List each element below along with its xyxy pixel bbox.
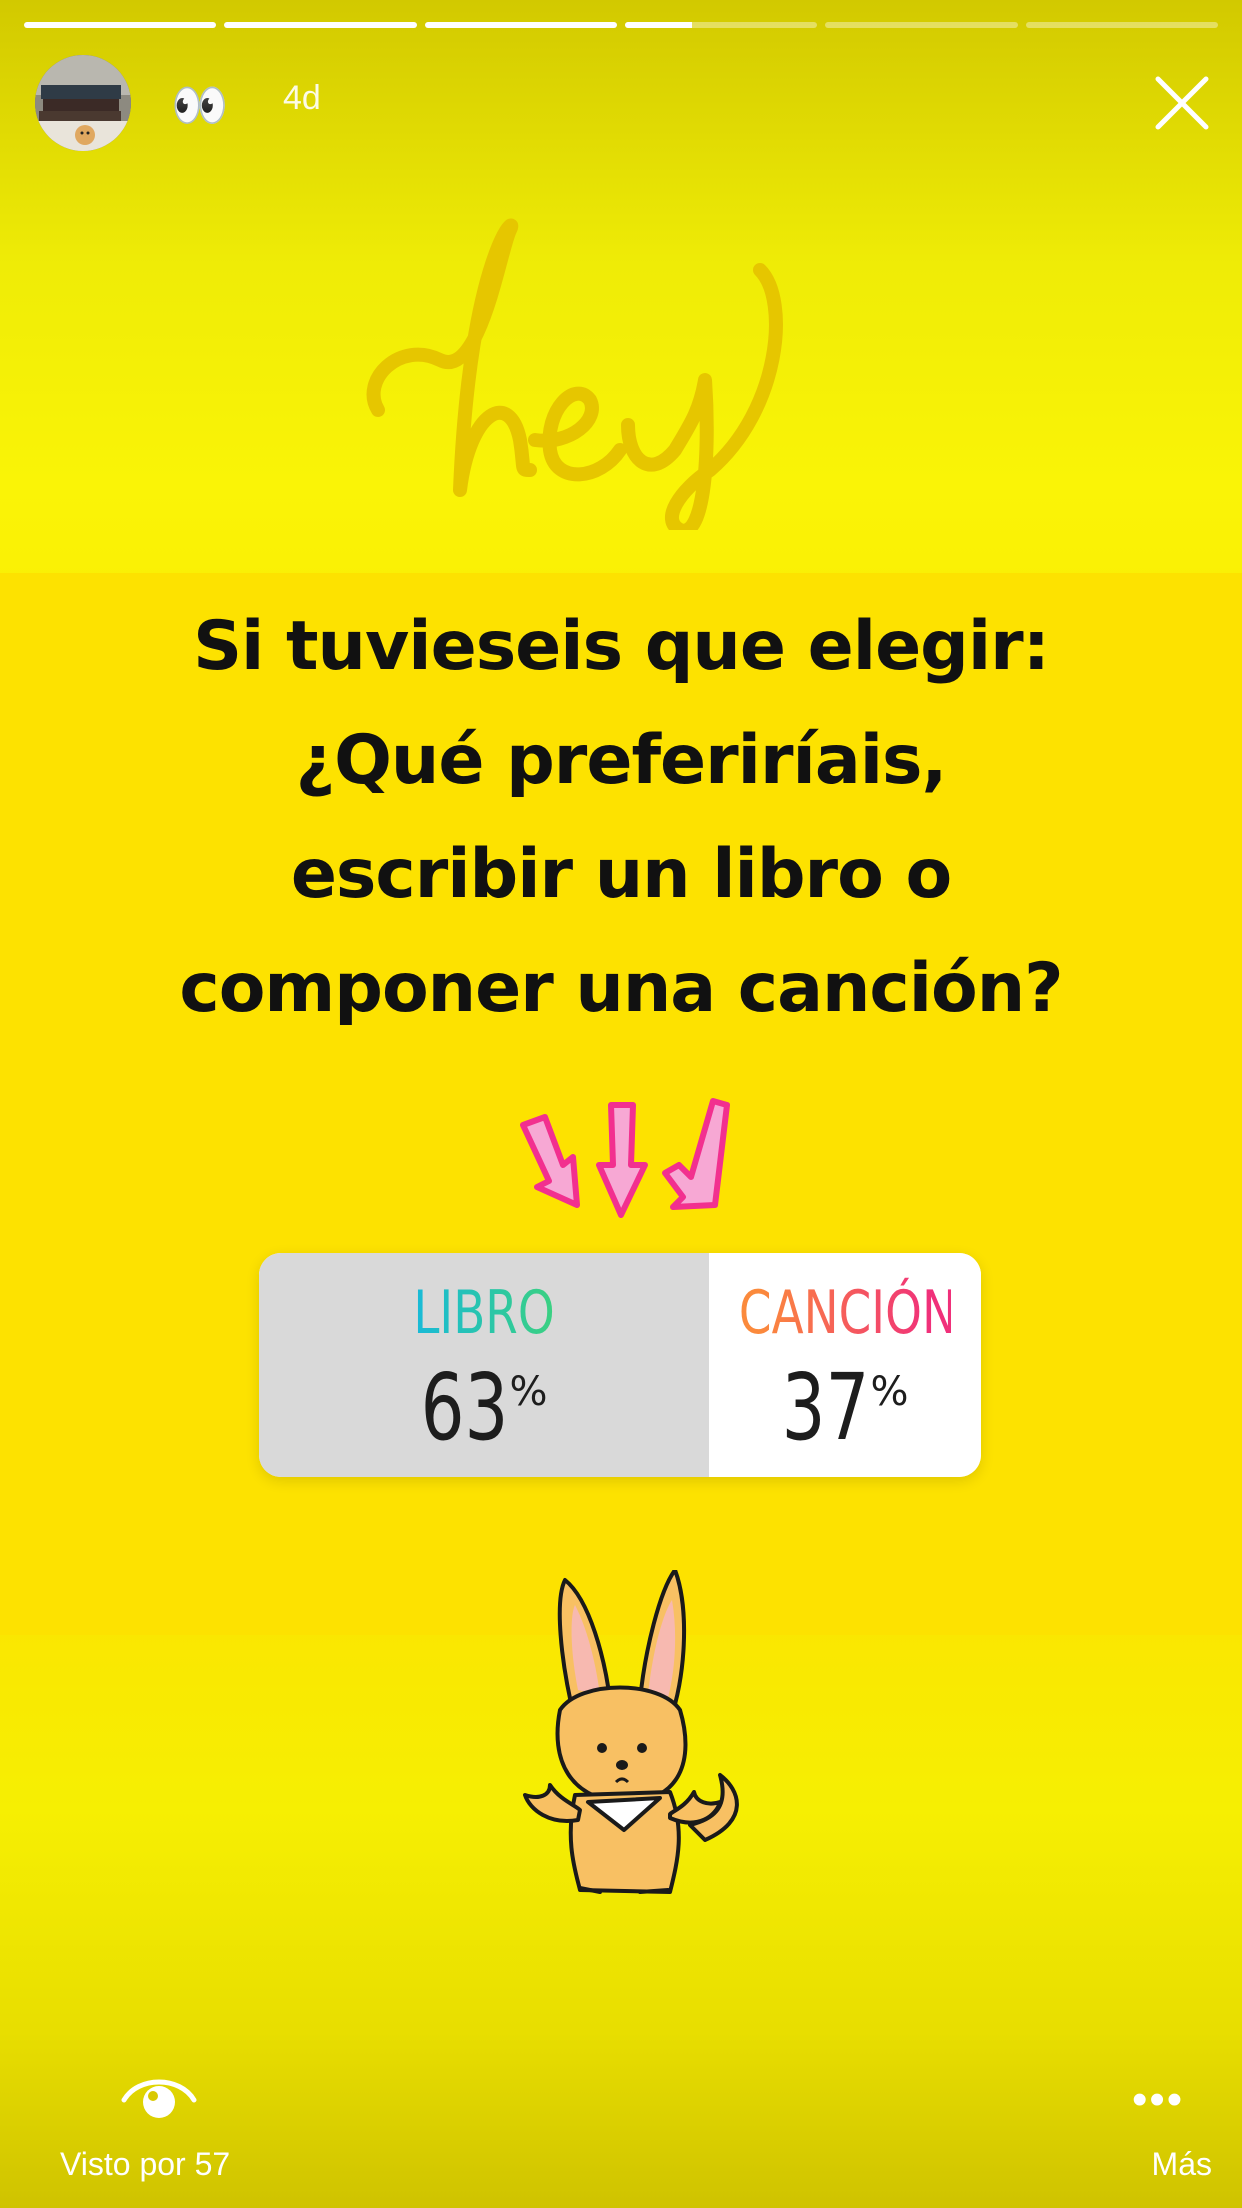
poll-option-percent: 63% — [259, 1353, 709, 1463]
question-line: escribir un libro o — [290, 835, 952, 914]
seen-by-button[interactable]: Visto por 57 — [60, 2068, 260, 2188]
more-label: Más — [1151, 2146, 1212, 2182]
percent-value: 63 — [421, 1354, 509, 1461]
percent-sign: % — [509, 1369, 548, 1415]
more-button[interactable]: ••• Más — [1092, 2068, 1212, 2188]
question-line: Si tuvieseis que elegir: — [193, 607, 1050, 686]
hey-sticker — [360, 210, 880, 538]
question-line: componer una canción? — [179, 949, 1063, 1028]
fox-shrug-sticker — [520, 1568, 750, 1900]
question-line: ¿Qué preferiríais, — [295, 721, 948, 800]
progress-segment-4 — [624, 22, 818, 28]
poll-option-label: CANCIÓN — [739, 1273, 957, 1353]
poll-option-percent: 37% — [709, 1353, 981, 1463]
avatar-image — [35, 55, 131, 151]
question-text: Si tuvieseis que elegir: ¿Qué preferiría… — [60, 590, 1182, 1046]
seen-by-label: Visto por 57 — [60, 2146, 231, 2182]
avatar[interactable] — [35, 55, 131, 151]
progress-segment-2 — [224, 22, 417, 28]
eye-icon — [121, 2079, 197, 2118]
progress-segment-5 — [825, 22, 1018, 28]
poll-option-label: LIBRO — [309, 1273, 660, 1353]
progress-segment-3 — [424, 22, 617, 28]
percent-sign: % — [870, 1369, 909, 1415]
poll-sticker: LIBRO 63% CANCIÓN 37% — [259, 1253, 981, 1477]
eyes-emoji: 👀 — [171, 79, 229, 131]
story-progress-bar — [24, 22, 1218, 28]
progress-segment-1 — [24, 22, 217, 28]
percent-value: 37 — [782, 1354, 870, 1461]
close-icon[interactable] — [1152, 73, 1212, 133]
arrows-down-icon — [515, 1095, 735, 1230]
poll-option-cancion[interactable]: CANCIÓN 37% — [709, 1253, 981, 1477]
more-icon: ••• — [1132, 2075, 1185, 2124]
story-header: 👀 4d — [35, 55, 1212, 151]
poll-option-libro[interactable]: LIBRO 63% — [259, 1253, 709, 1477]
story-timestamp: 4d — [283, 79, 321, 117]
progress-segment-6 — [1025, 22, 1218, 28]
